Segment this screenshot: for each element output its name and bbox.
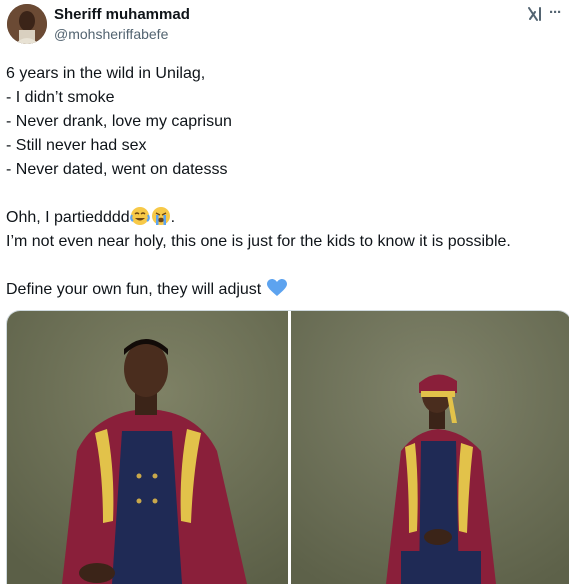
blue-heart-icon <box>267 279 287 297</box>
party-text: Ohh, I partiedddd <box>6 209 130 226</box>
fun-text: Define your own fun, they will adjust <box>6 281 261 298</box>
party-end: . <box>171 209 175 226</box>
face-with-tears-of-joy-icon <box>130 206 150 226</box>
author-display-name[interactable]: Sheriff muhammad <box>54 6 190 23</box>
grok-icon[interactable] <box>526 5 544 23</box>
tweet-line: - Never dated, went on datesss <box>6 158 564 182</box>
avatar[interactable] <box>7 4 47 44</box>
tweet-line: - I didn’t smoke <box>6 86 564 110</box>
holy-line: I’m not even near holy, this one is just… <box>6 230 564 254</box>
tweet-line: 6 years in the wild in Unilag, <box>6 62 564 86</box>
tweet-line: - Never drank, love my caprisun <box>6 110 564 134</box>
loudly-crying-face-icon <box>151 206 171 226</box>
author-handle[interactable]: @mohsheriffabefe <box>54 26 168 42</box>
graduate-photo-seated[interactable] <box>7 311 288 584</box>
tweet-text: 6 years in the wild in Unilag, - I didn’… <box>6 62 564 302</box>
tweet-media[interactable] <box>6 310 569 584</box>
party-line: Ohh, I partiedddd . <box>6 206 564 230</box>
fun-line: Define your own fun, they will adjust <box>6 278 564 302</box>
more-icon[interactable]: ··· <box>549 4 567 22</box>
graduate-photo-seated-with-cap[interactable] <box>291 311 569 584</box>
tweet-line: - Still never had sex <box>6 134 564 158</box>
